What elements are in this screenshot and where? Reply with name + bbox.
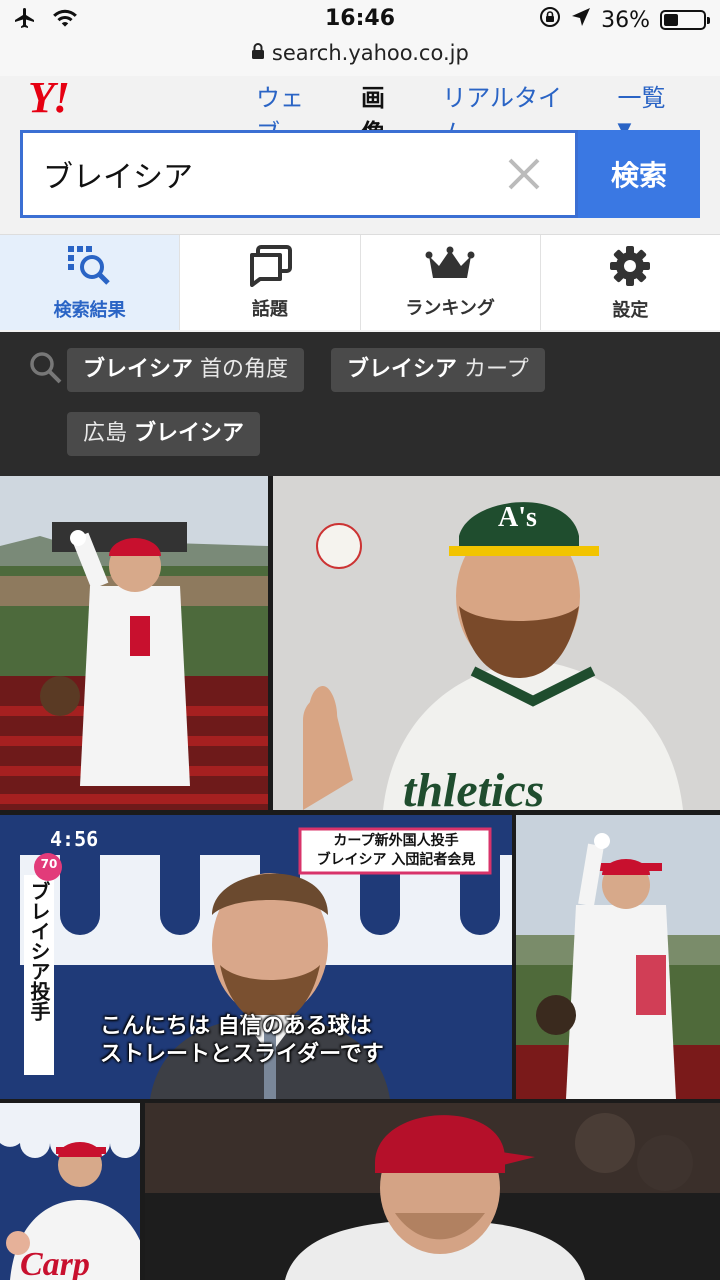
- tab-settings[interactable]: 設定: [541, 235, 720, 330]
- tv-subtitle-line: こんにちは 自信のある球は: [100, 1014, 372, 1039]
- tab-ranking[interactable]: ランキング: [361, 235, 541, 330]
- search-header: Y! ウェブ 画像 リアルタイム 一覧 ▼ 検索 検索結果: [0, 73, 720, 332]
- chip-bold-text: ブレイシア: [347, 357, 458, 382]
- tab-label: 検索結果: [53, 299, 126, 321]
- image-result-1[interactable]: [0, 476, 268, 810]
- battery-icon: [660, 10, 710, 30]
- chip-text: 首の角度: [193, 357, 289, 382]
- status-bar: 16:46 36%: [0, 0, 720, 40]
- crown-icon: [425, 246, 475, 290]
- chat-icon: [246, 244, 294, 291]
- tab-topics[interactable]: 話題: [180, 235, 361, 330]
- chip-text: 広島: [83, 421, 134, 446]
- related-chip[interactable]: 広島 ブレイシア: [67, 412, 261, 456]
- url-text: search.yahoo.co.jp: [271, 41, 469, 65]
- related-searches: ブレイシア 首の角度 ブレイシア カープ 広島 ブレイシア: [0, 332, 720, 476]
- tv-vertical-name: ブレイシア投手: [27, 881, 51, 1021]
- tab-label: ランキング: [405, 297, 495, 319]
- search-input[interactable]: [20, 130, 578, 218]
- tab-bar: 検索結果 話題 ランキング 設定: [0, 234, 720, 330]
- url-bar[interactable]: search.yahoo.co.jp: [0, 40, 720, 76]
- tv-clock: 4:56: [50, 827, 99, 851]
- svg-text:Carp: Carp: [20, 1246, 90, 1280]
- nav-list-label: 一覧: [617, 84, 666, 112]
- rotation-lock-icon: [539, 6, 561, 34]
- image-result-5[interactable]: Carp: [0, 1103, 140, 1280]
- image-grid: thletics A's 4:56 70 カープ新外国人投手 ブレイシア 入団記…: [0, 476, 720, 1280]
- chip-bold-text: ブレイシア: [134, 421, 245, 446]
- battery-percent: 36%: [601, 7, 650, 33]
- image-result-6[interactable]: [145, 1103, 720, 1280]
- lock-icon: [251, 41, 272, 65]
- clear-icon[interactable]: [502, 152, 546, 196]
- tab-label: 設定: [612, 299, 649, 321]
- svg-text:A's: A's: [498, 502, 537, 533]
- tv-caption-line: カープ新外国人投手: [333, 833, 459, 849]
- search-box: 検索: [20, 130, 700, 218]
- tv-subtitle-line: ストレートとスライダーです: [100, 1042, 384, 1067]
- related-chip[interactable]: ブレイシア カープ: [331, 348, 545, 392]
- related-chip[interactable]: ブレイシア 首の角度: [67, 348, 305, 392]
- gear-icon: [608, 244, 652, 292]
- location-arrow-icon: [571, 7, 591, 33]
- tab-label: 話題: [251, 298, 288, 320]
- tv-caption-box: カープ新外国人投手 ブレイシア 入団記者会見: [304, 832, 488, 870]
- image-result-4[interactable]: [516, 815, 720, 1099]
- chip-bold-text: ブレイシア: [83, 357, 194, 382]
- tab-search-results[interactable]: 検索結果: [0, 235, 181, 330]
- tv-subtitles: こんにちは 自信のある球は ストレートとスライダーです: [100, 1013, 420, 1069]
- tv-number-badge: 70: [40, 857, 58, 871]
- image-result-3[interactable]: 4:56 70 カープ新外国人投手 ブレイシア 入団記者会見 ブレイシア投手 こ…: [0, 815, 512, 1099]
- tv-caption-line: ブレイシア 入団記者会見: [316, 852, 476, 868]
- yahoo-logo[interactable]: Y!: [28, 72, 70, 123]
- svg-text:thletics: thletics: [403, 764, 544, 810]
- search-results-icon: [66, 244, 114, 292]
- image-result-2[interactable]: thletics A's: [273, 476, 720, 810]
- search-button[interactable]: 検索: [578, 130, 700, 218]
- search-icon: [28, 350, 64, 390]
- chip-text: カープ: [457, 357, 529, 382]
